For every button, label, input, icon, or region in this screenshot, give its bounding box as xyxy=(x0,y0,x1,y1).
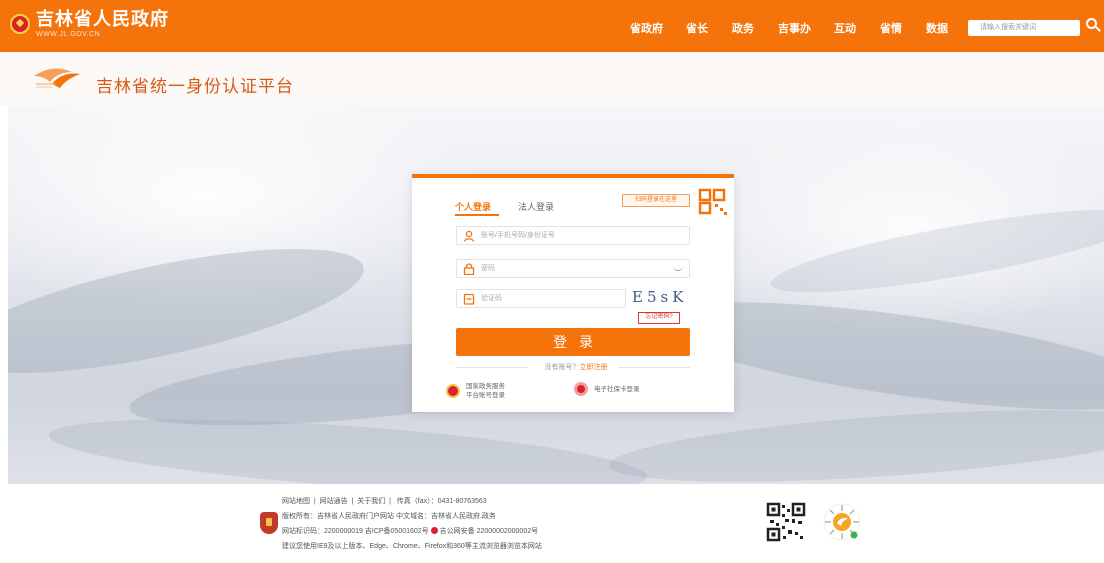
qr-code-icon[interactable] xyxy=(698,188,728,216)
nav-item-jishiban[interactable]: 吉事办 xyxy=(778,20,811,36)
lock-icon xyxy=(463,263,475,275)
footer-link-about[interactable]: 关于我们 xyxy=(357,498,385,505)
search-icon[interactable] xyxy=(1084,16,1102,36)
nav-item-data[interactable]: 数据 xyxy=(926,20,948,36)
party-government-badge-icon[interactable] xyxy=(260,512,278,534)
nav-item-interaction[interactable]: 互动 xyxy=(834,20,856,36)
account-input[interactable]: 账号/手机号码/身份证号 xyxy=(456,226,690,245)
national-login-line-1: 国家政务服务 xyxy=(466,383,505,390)
national-platform-login[interactable]: 国家政务服务 平台账号登录 xyxy=(446,382,505,400)
police-badge-icon xyxy=(430,527,438,534)
top-bar: 吉林省人民政府 WWW.JL.GOV.CN 省政府 省长 政务 吉事办 互动 省… xyxy=(0,0,1104,52)
footer-copyright: 版权所有：吉林省人民政府门户网站 中文域名：吉林省人民政府.政务 xyxy=(282,513,496,520)
nav-item-province-info[interactable]: 省情 xyxy=(880,20,902,36)
footer-link-notice[interactable]: 网站通告 xyxy=(320,498,348,505)
qr-login-tip[interactable]: 扫码登录在这里 xyxy=(622,194,690,207)
national-emblem-icon xyxy=(446,384,460,398)
captcha-image[interactable]: E5sK xyxy=(632,288,690,308)
site-title: 吉林省人民政府 xyxy=(36,9,169,29)
footer-qr-code-icon xyxy=(766,502,806,542)
captcha-input[interactable]: 验证码 xyxy=(456,289,626,308)
footer-site-id-icp[interactable]: 网站标识码：2200000019 吉ICP备05001602号 xyxy=(282,528,429,535)
hide-password-icon[interactable] xyxy=(673,266,683,271)
register-prompt: 没有账号？ xyxy=(544,364,580,371)
tab-personal-login[interactable]: 个人登录 xyxy=(455,200,491,213)
platform-bird-logo-icon xyxy=(34,68,80,88)
social-card-login[interactable]: 电子社保卡登录 xyxy=(574,382,640,396)
nav-item-government[interactable]: 省政府 xyxy=(630,20,663,36)
site-domain: WWW.JL.GOV.CN xyxy=(36,31,101,38)
site-brand[interactable]: 吉林省人民政府 WWW.JL.GOV.CN xyxy=(10,10,169,38)
footer-browser-tip: 建议您使用IE9及以上版本、Edge、Chrome、Firefox和360等主流… xyxy=(282,543,542,550)
user-icon xyxy=(463,230,475,242)
login-button[interactable]: 登录 xyxy=(456,328,690,356)
footer-police-record[interactable]: 吉公网安备 22000002000002号 xyxy=(440,528,538,535)
footer-fax: 传真（fax）：0431-80763563 xyxy=(396,498,487,505)
forgot-password-link[interactable]: 忘记密码? xyxy=(638,312,680,324)
nav-item-affairs[interactable]: 政务 xyxy=(732,20,754,36)
platform-header: 吉林省统一身份认证平台 xyxy=(0,52,1104,106)
password-placeholder: 密码 xyxy=(481,265,495,272)
captcha-placeholder: 验证码 xyxy=(481,295,502,302)
platform-title: 吉林省统一身份认证平台 xyxy=(96,77,294,96)
captcha-shield-icon xyxy=(463,293,475,305)
national-login-line-2: 平台账号登录 xyxy=(466,392,505,399)
footer-link-sitemap[interactable]: 网站地图 xyxy=(282,498,310,505)
register-link[interactable]: 立即注册 xyxy=(580,364,608,371)
search-input[interactable]: 请输入搜索关键词 xyxy=(968,20,1080,36)
active-tab-underline xyxy=(455,214,499,216)
footer: 网站地图 | 网站通告 | 关于我们 | 传真（fax）：0431-807635… xyxy=(0,484,1104,563)
social-security-card-icon xyxy=(574,382,588,396)
social-card-login-label: 电子社保卡登录 xyxy=(594,385,640,393)
password-input[interactable]: 密码 xyxy=(456,259,690,278)
national-emblem-icon xyxy=(10,14,30,34)
nav-item-governor[interactable]: 省长 xyxy=(686,20,708,36)
account-placeholder: 账号/手机号码/身份证号 xyxy=(481,232,555,239)
mini-program-code-icon xyxy=(823,503,861,541)
login-card: 个人登录 法人登录 扫码登录在这里 账号/手机号码/身份证号 密码 验证码 E5… xyxy=(412,174,734,412)
tab-legal-person-login[interactable]: 法人登录 xyxy=(518,200,554,213)
register-row: 没有账号？立即注册 xyxy=(456,362,690,372)
